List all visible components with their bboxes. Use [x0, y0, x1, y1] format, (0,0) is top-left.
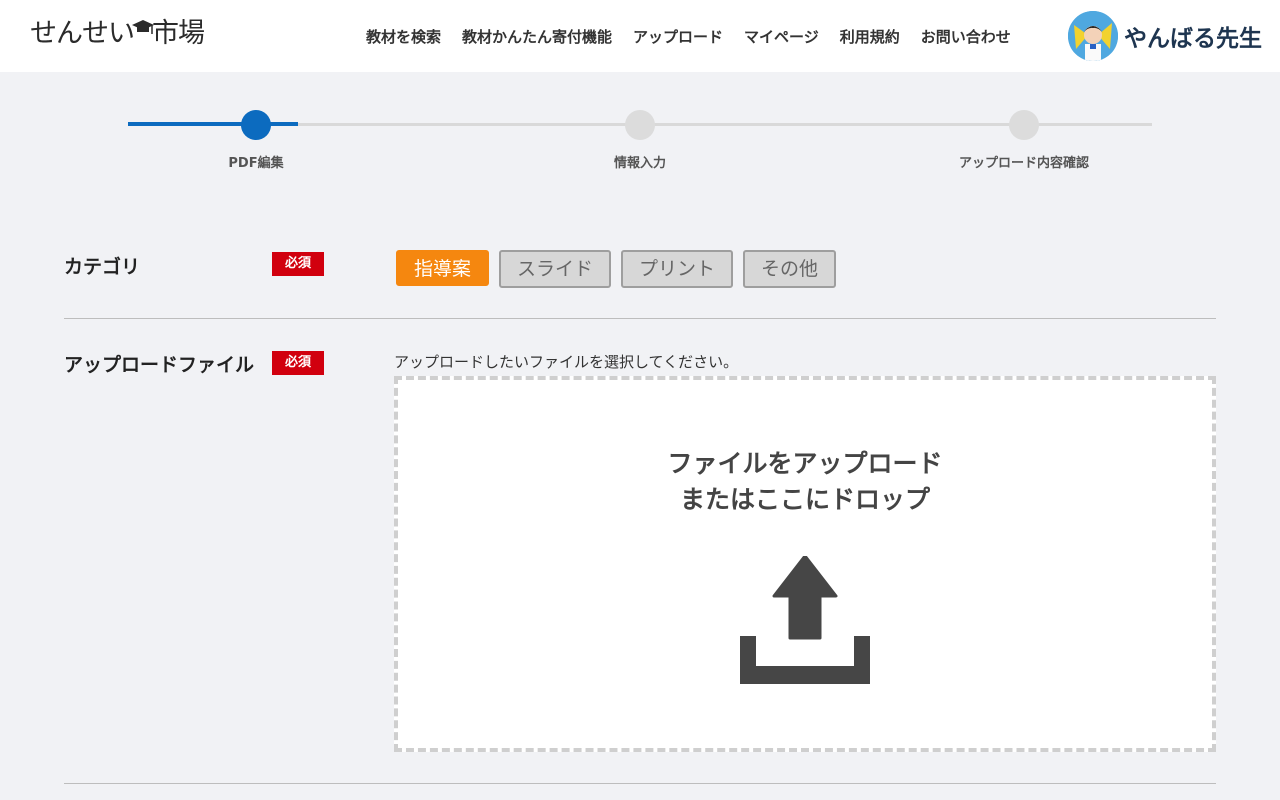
divider — [64, 318, 1216, 319]
file-dropzone[interactable]: ファイルをアップロード またはここにドロップ — [394, 376, 1216, 752]
category-option-print[interactable]: プリント — [621, 250, 734, 288]
dropzone-line-1: ファイルをアップロード — [667, 449, 943, 478]
upload-required-badge: 必須 — [272, 351, 324, 375]
category-option-lesson-plan[interactable]: 指導案 — [396, 250, 490, 286]
upload-hint: アップロードしたいファイルを選択してください。 — [394, 353, 739, 371]
nav-upload[interactable]: アップロード — [633, 26, 723, 48]
category-options: 指導案 スライド プリント その他 — [396, 250, 846, 288]
category-required-badge: 必須 — [272, 252, 324, 276]
step-dot-confirm — [1009, 110, 1039, 140]
divider — [64, 783, 1216, 784]
stepper-progress — [128, 122, 298, 126]
nav-search[interactable]: 教材を検索 — [366, 26, 441, 48]
main-nav: 教材を検索 教材かんたん寄付機能 アップロード マイページ 利用規約 お問い合わ… — [366, 26, 1032, 48]
nav-contact[interactable]: お問い合わせ — [921, 26, 1011, 48]
upload-icon — [740, 554, 870, 690]
logo-text-b: 市場 — [152, 18, 205, 49]
step-label-confirm: アップロード内容確認 — [958, 156, 1089, 171]
user-name[interactable]: やんばる先生 — [1124, 19, 1262, 53]
user-avatar-icon — [1068, 11, 1118, 61]
nav-mypage[interactable]: マイページ — [744, 26, 819, 48]
nav-terms[interactable]: 利用規約 — [840, 26, 900, 48]
graduation-cap-icon — [132, 14, 154, 56]
dropzone-text: ファイルをアップロード またはここにドロップ — [398, 446, 1212, 518]
upload-file-label: アップロードファイル — [64, 354, 255, 376]
avatar[interactable] — [1068, 11, 1118, 61]
upload-stepper: PDF編集 情報入力 アップロード内容確認 — [128, 110, 1152, 180]
step-label-pdf-edit: PDF編集 — [228, 156, 284, 171]
step-dot-info — [625, 110, 655, 140]
step-dot-pdf-edit — [241, 110, 271, 140]
logo-text-a: せんせい — [30, 18, 135, 49]
site-header: せんせい 市場 教材を検索 教材かんたん寄付機能 アップロード マイページ 利用規… — [0, 0, 1280, 72]
category-option-slide[interactable]: スライド — [499, 250, 612, 288]
step-label-info: 情報入力 — [613, 156, 666, 171]
nav-donate[interactable]: 教材かんたん寄付機能 — [462, 26, 612, 48]
category-option-other[interactable]: その他 — [743, 250, 837, 288]
category-label: カテゴリ — [64, 256, 141, 278]
site-logo[interactable]: せんせい 市場 — [30, 14, 205, 56]
dropzone-line-2: またはここにドロップ — [679, 485, 930, 514]
user-menu[interactable]: やんばる先生 — [1068, 11, 1262, 61]
